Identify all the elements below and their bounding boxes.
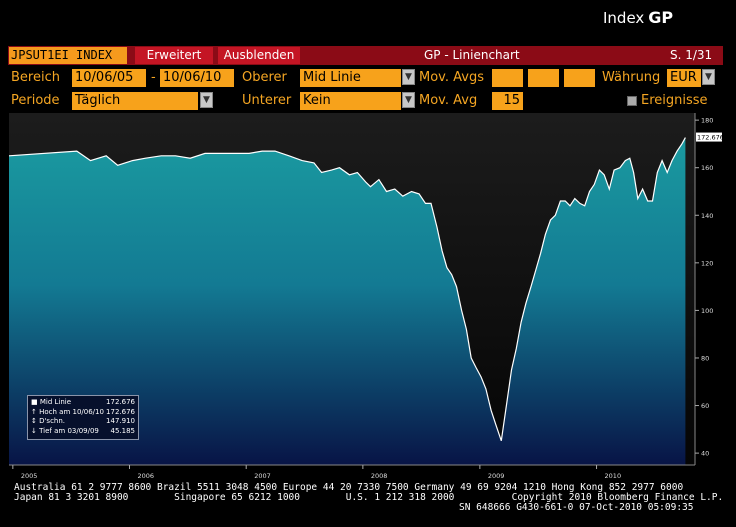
currency-dropdown-arrow-icon[interactable]: ▼ xyxy=(702,69,715,85)
window-title-text: Index xyxy=(603,9,645,27)
currency-label: Währung xyxy=(602,70,661,85)
low-marker-icon: ↓ xyxy=(31,426,37,435)
legend-label-text: Tief am 03/09/09 xyxy=(39,426,99,435)
legend-label: ↓ Tief am 03/09/09 xyxy=(31,427,99,437)
lower-select[interactable]: Kein xyxy=(300,92,401,110)
upper-dropdown-arrow-icon[interactable]: ▼ xyxy=(402,69,415,85)
x-tick-label: 2007 xyxy=(254,472,271,480)
legend-label-text: Hoch am 10/06/10 xyxy=(39,407,104,416)
legend-row-low: ↓ Tief am 03/09/09 45.185 xyxy=(31,427,135,437)
page-indicator: S. 1/31 xyxy=(670,48,713,62)
mov-avgs-label: Mov. Avgs xyxy=(419,70,484,85)
footer-serial: SN 648666 G430-661-0 07-Oct-2010 05:09:3… xyxy=(459,502,694,513)
upper-select[interactable]: Mid Linie xyxy=(300,69,401,87)
high-marker-icon: ↑ xyxy=(31,407,37,416)
y-tick-label: 40 xyxy=(701,450,709,458)
legend-label-text: D'schn. xyxy=(39,417,66,425)
legend-value: 172.676 xyxy=(106,398,135,406)
x-tick-label: 2009 xyxy=(488,472,505,480)
y-tick-label: 180 xyxy=(701,117,713,125)
last-value-label: 172.676 xyxy=(697,134,723,142)
chart-type-title: GP - Linienchart xyxy=(424,48,520,62)
period-dropdown-arrow-icon[interactable]: ▼ xyxy=(200,92,213,108)
legend-row-avg: ↕ D'schn. 147.910 xyxy=(31,417,135,427)
date-to-input[interactable]: 10/06/10 xyxy=(160,69,234,87)
date-separator: - xyxy=(151,70,156,85)
legend-row-high: ↑ Hoch am 10/06/10 172.676 xyxy=(31,408,135,418)
y-tick-label: 140 xyxy=(701,212,713,220)
period-label: Periode xyxy=(11,93,60,108)
date-from-input[interactable]: 10/06/05 xyxy=(72,69,146,87)
y-tick-label: 100 xyxy=(701,307,713,315)
period-select[interactable]: Täglich xyxy=(72,92,198,110)
ticker-field[interactable]: JPSUT1EI INDEX xyxy=(9,47,127,64)
legend-label: ■ Mid Linie xyxy=(31,398,71,408)
y-tick-label: 60 xyxy=(701,402,709,410)
legend-swatch-icon: ■ xyxy=(31,398,38,406)
lower-label: Unterer xyxy=(242,93,292,108)
window-title: Index GP xyxy=(603,8,673,27)
legend-label: ↑ Hoch am 10/06/10 xyxy=(31,408,104,418)
events-label: Ereignisse xyxy=(641,93,708,108)
legend-label: ↕ D'schn. xyxy=(31,417,65,427)
lower-dropdown-arrow-icon[interactable]: ▼ xyxy=(402,92,415,108)
legend-label-text: Mid Linie xyxy=(39,398,72,406)
legend-value: 172.676 xyxy=(106,407,135,416)
legend-value: 147.910 xyxy=(106,417,135,425)
legend-value: 45.185 xyxy=(110,426,136,435)
x-tick-label: 2008 xyxy=(371,472,388,480)
mov-avg-1-input[interactable] xyxy=(492,69,523,87)
x-tick-label: 2010 xyxy=(605,472,622,480)
average-marker-icon: ↕ xyxy=(31,417,37,425)
hide-button[interactable]: Ausblenden xyxy=(218,47,300,64)
events-checkbox[interactable] xyxy=(627,96,637,106)
y-tick-label: 80 xyxy=(701,354,709,362)
x-tick-label: 2005 xyxy=(21,472,38,480)
chart-legend: ■ Mid Linie 172.676 ↑ Hoch am 10/06/10 1… xyxy=(27,395,139,440)
mov-avg-2-input[interactable] xyxy=(528,69,559,87)
mov-avg-input[interactable]: 15 xyxy=(492,92,523,110)
mov-avg-label: Mov. Avg xyxy=(419,93,478,108)
extended-button[interactable]: Erweitert xyxy=(135,47,213,64)
currency-select[interactable]: EUR xyxy=(667,69,701,87)
mov-avg-3-input[interactable] xyxy=(564,69,595,87)
y-tick-label: 120 xyxy=(701,259,713,267)
range-label: Bereich xyxy=(11,70,60,85)
x-tick-label: 2006 xyxy=(138,472,155,480)
window-title-bold: GP xyxy=(648,8,674,27)
upper-label: Oberer xyxy=(242,70,287,85)
y-tick-label: 160 xyxy=(701,164,713,172)
legend-row-mid: ■ Mid Linie 172.676 xyxy=(31,398,135,408)
